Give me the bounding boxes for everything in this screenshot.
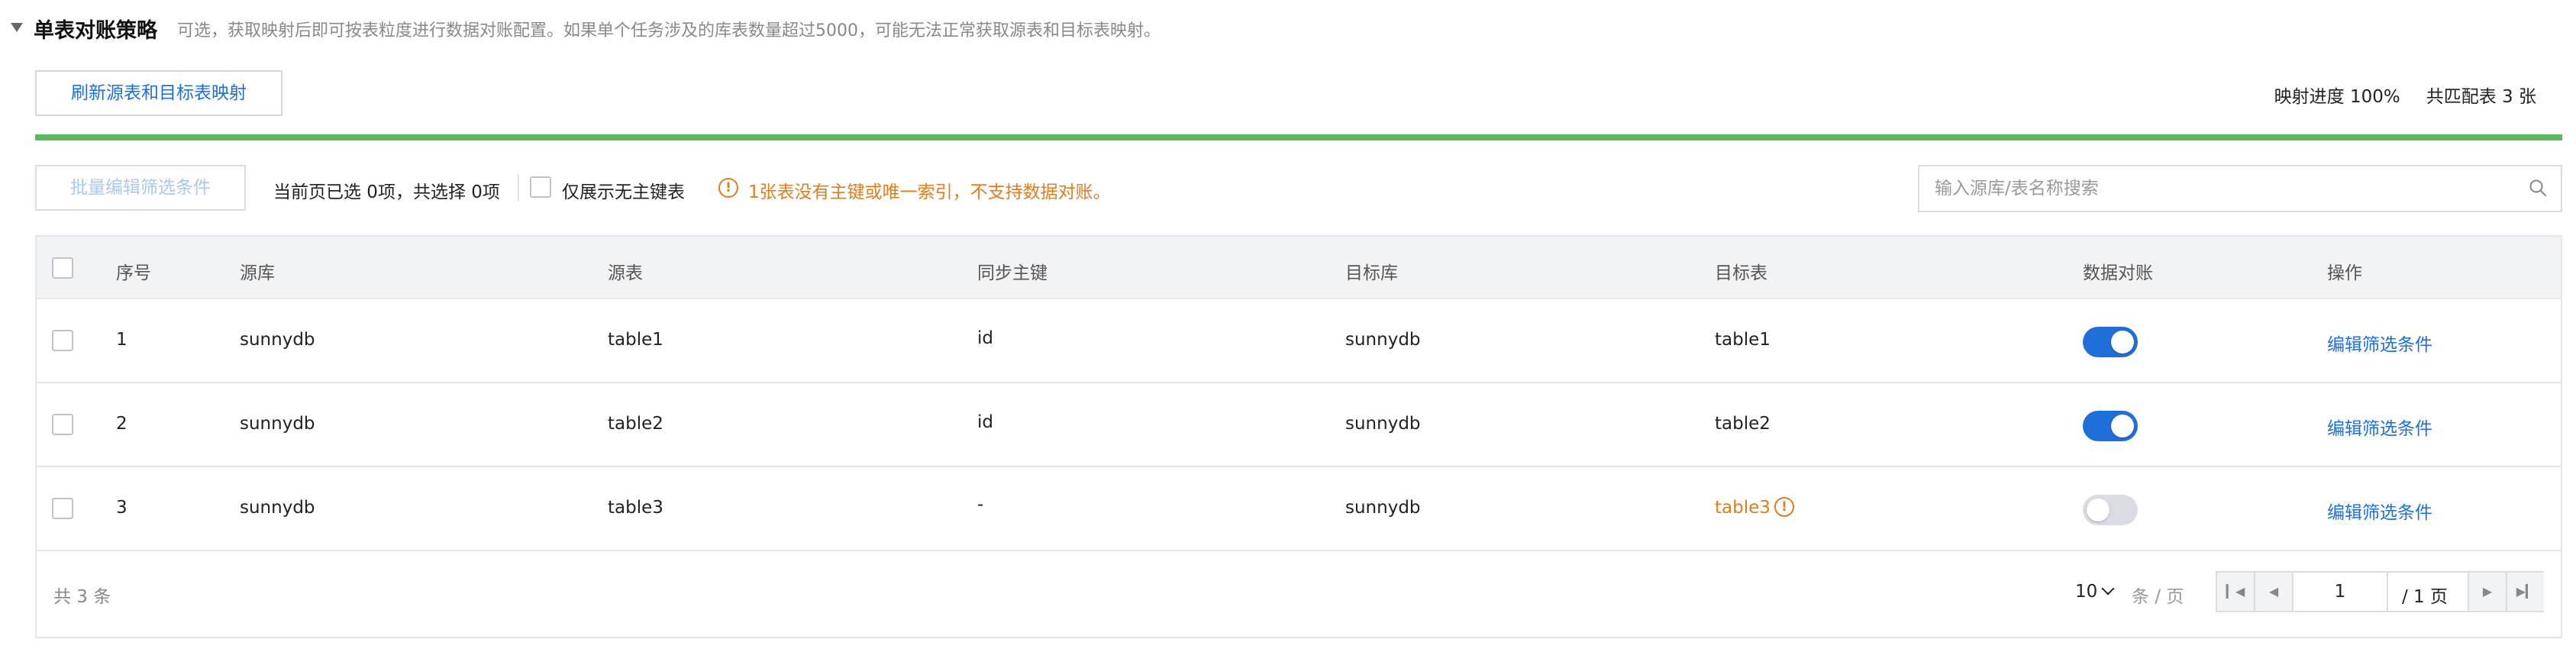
section-description: 可选，获取映射后即可按表粒度进行数据对账配置。如果单个任务涉及的库表数量超过50… (177, 21, 1160, 40)
column-header-target-table: 目标表 (1715, 263, 1767, 283)
selection-count-text: 当前页已选 0项，共选择 0项 (273, 182, 500, 202)
row-target-table: table1 (1715, 330, 1771, 350)
matched-count-text: 共匹配表 3 张 (2426, 87, 2536, 107)
row-source-table: table3 (608, 498, 663, 518)
edit-filter-link[interactable]: 编辑筛选条件 (2327, 498, 2432, 524)
table-row: 3 sunnydb table3 - sunnydb table3 ! 编辑筛选… (37, 467, 2561, 551)
row-target-table: table2 (1715, 414, 1771, 434)
column-header-sync-pk: 同步主键 (977, 263, 1048, 283)
next-page-button[interactable]: ▶ (2468, 573, 2506, 611)
toolbar-divider (518, 174, 519, 202)
page-size-select[interactable]: 10 (2075, 582, 2115, 602)
select-all-checkbox[interactable] (52, 257, 73, 279)
row-source-db: sunnydb (240, 414, 315, 434)
mapping-status: 映射进度 100% 共匹配表 3 张 (2274, 82, 2536, 108)
column-header-no: 序号 (116, 263, 151, 283)
only-no-pk-checkbox[interactable] (530, 176, 551, 198)
column-header-target-db: 目标库 (1345, 263, 1398, 283)
last-page-button[interactable]: ▶▎ (2506, 573, 2544, 611)
edit-filter-link[interactable]: 编辑筛选条件 (2327, 330, 2432, 356)
edit-filter-link[interactable]: 编辑筛选条件 (2327, 414, 2432, 440)
page-size-value: 10 (2075, 582, 2098, 602)
column-header-source-table: 源表 (608, 263, 643, 283)
total-pages-text: / 1 页 (2402, 587, 2448, 607)
row-source-db: sunnydb (240, 498, 315, 518)
page-size-unit: 条 / 页 (2132, 587, 2184, 607)
toggle-knob (2087, 499, 2110, 521)
section-title: 单表对账策略 (34, 19, 157, 43)
table-row: 1 sunnydb table1 id sunnydb table1 编辑筛选条… (37, 299, 2561, 383)
first-page-button[interactable]: ▎◀ (2217, 573, 2255, 611)
row-target-db: sunnydb (1345, 330, 1421, 350)
refresh-mapping-button[interactable]: 刷新源表和目标表映射 (35, 70, 282, 116)
row-no: 2 (116, 414, 128, 434)
reconcile-toggle[interactable] (2083, 411, 2138, 441)
row-target-table-warning: table3 (1715, 498, 1771, 518)
toggle-knob (2111, 331, 2134, 353)
column-header-reconcile: 数据对账 (2083, 263, 2153, 283)
search-box[interactable] (1918, 165, 2562, 212)
row-no: 1 (116, 330, 128, 350)
row-warning-icon[interactable]: ! (1774, 497, 1794, 517)
prev-page-button[interactable]: ◀ (2255, 573, 2294, 611)
mapping-progress-text: 映射进度 100% (2274, 87, 2400, 107)
no-pk-warning-text: 1张表没有主键或唯一索引，不支持数据对账。 (748, 182, 1111, 202)
toggle-knob (2111, 415, 2134, 437)
reconcile-toggle[interactable] (2083, 327, 2138, 357)
row-source-table: table1 (608, 330, 663, 350)
row-sync-pk: id (977, 412, 993, 432)
warning-icon: ! (718, 178, 738, 198)
search-input[interactable] (1935, 166, 2515, 211)
column-header-source-db: 源库 (240, 263, 275, 283)
row-source-db: sunnydb (240, 330, 315, 350)
pagination: ▎◀ ◀ / 1 页 ▶ ▶▎ (2216, 571, 2544, 612)
collapse-triangle-icon[interactable] (11, 23, 23, 32)
only-no-pk-label[interactable]: 仅展示无主键表 (562, 177, 685, 203)
page-number-input[interactable] (2294, 573, 2388, 611)
row-checkbox[interactable] (52, 498, 73, 519)
total-count: 共 3 条 (53, 587, 111, 607)
batch-edit-filter-button[interactable]: 批量编辑筛选条件 (35, 165, 246, 211)
row-sync-pk: - (977, 495, 984, 515)
row-sync-pk: id (977, 328, 993, 348)
table-row: 2 sunnydb table2 id sunnydb table2 编辑筛选条… (37, 383, 2561, 467)
mapping-progress-bar (35, 134, 2562, 140)
reconcile-toggle[interactable] (2083, 495, 2138, 525)
search-icon[interactable] (2529, 179, 2547, 197)
row-checkbox[interactable] (52, 330, 73, 351)
row-target-table: table3 (1715, 498, 1771, 518)
row-target-db: sunnydb (1345, 498, 1421, 518)
table-header: 序号 源库 源表 同步主键 目标库 目标表 数据对账 操作 (37, 237, 2561, 299)
chevron-down-icon (2101, 582, 2115, 596)
mapping-progress-fill (35, 134, 2562, 140)
row-source-table: table2 (608, 414, 663, 434)
mapping-table: 序号 源库 源表 同步主键 目标库 目标表 数据对账 操作 1 sunnydb … (35, 235, 2562, 638)
row-checkbox[interactable] (52, 414, 73, 435)
row-no: 3 (116, 498, 128, 518)
column-header-action: 操作 (2327, 263, 2362, 283)
row-target-db: sunnydb (1345, 414, 1421, 434)
